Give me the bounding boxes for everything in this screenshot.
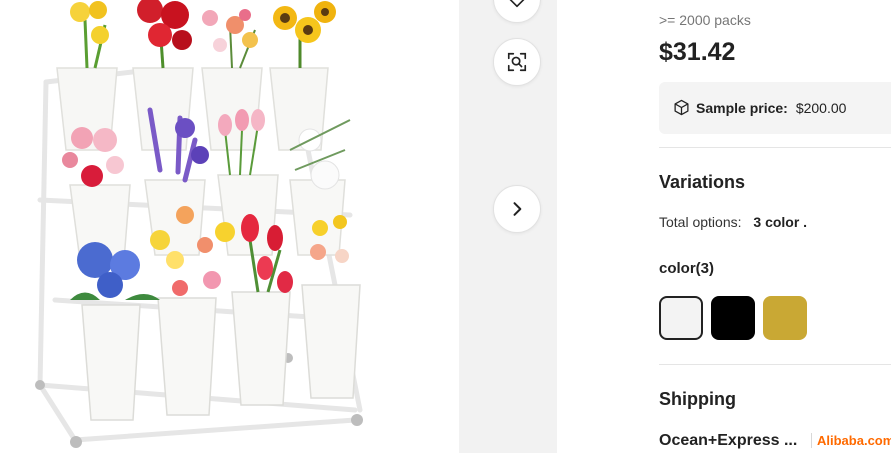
shipping-title: Shipping [659, 389, 736, 409]
price-tier-label: >= 2000 packs [659, 12, 751, 28]
shipping-method[interactable]: Ocean+Express ... [659, 432, 797, 450]
sample-price-label: Sample price: [696, 99, 788, 116]
product-detail-panel: >= 2000 packs $31.42 Sample price: $200.… [638, 0, 891, 453]
alibaba-logo: Alibaba.com [811, 433, 891, 448]
divider [659, 364, 891, 365]
color-option-label: color(3) [659, 260, 715, 277]
product-image[interactable] [0, 0, 459, 453]
heart-icon [506, 0, 528, 10]
product-gallery [0, 0, 557, 453]
variations-title: Variations [659, 172, 746, 192]
image-search-button[interactable] [493, 38, 541, 86]
flower-stand-illustration [35, 0, 363, 448]
sample-price-value: $200.00 [795, 99, 847, 116]
divider [659, 147, 891, 148]
color-swatch-black[interactable] [711, 296, 755, 340]
total-options: Total options: 3 color . [659, 214, 807, 230]
chevron-right-icon [507, 199, 527, 219]
color-swatch-gold[interactable] [763, 296, 807, 340]
next-image-button[interactable] [493, 185, 541, 233]
total-options-value: 3 color . [753, 214, 808, 230]
color-swatch-white[interactable] [659, 296, 703, 340]
package-icon [673, 99, 690, 116]
total-options-label: Total options: [659, 214, 742, 230]
unit-price: $31.42 [659, 38, 736, 66]
image-search-icon [506, 51, 528, 73]
sample-price-box: Sample price: $200.00 [659, 82, 891, 134]
